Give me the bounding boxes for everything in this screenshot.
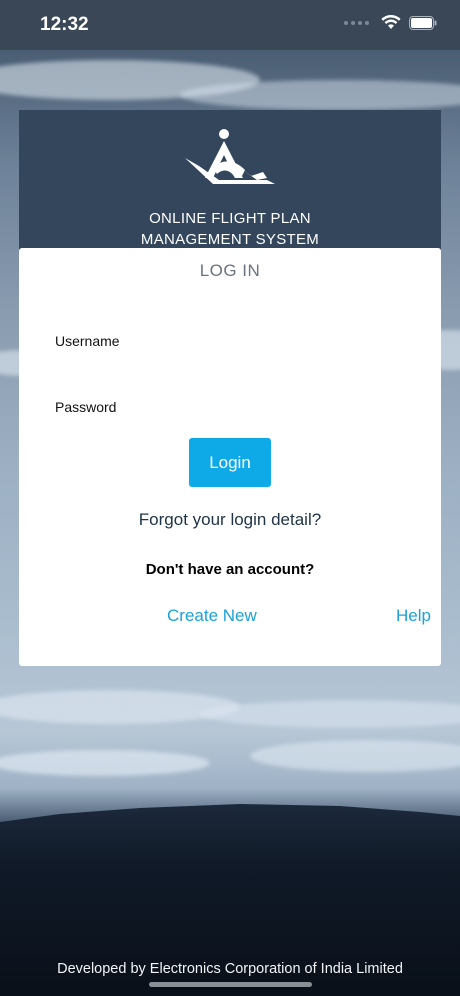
wifi-icon [381,15,401,29]
password-label: Password [55,399,117,415]
app-title-line2: MANAGEMENT SYSTEM [140,231,320,248]
aai-logo [185,129,275,184]
help-link[interactable]: Help [396,606,431,626]
battery-icon [409,15,437,30]
login-heading: LOG IN [199,261,261,280]
forgot-login-link[interactable]: Forgot your login detail? [19,510,441,530]
app-title-line1: ONLINE FLIGHT PLAN [149,210,311,227]
username-label: Username [55,333,120,349]
login-card: LOG IN Username Password Login Forgot yo… [19,248,441,666]
status-time: 12:32 [40,14,89,35]
username-input[interactable] [55,352,409,378]
no-account-text: Don't have an account? [145,561,315,578]
create-new-link[interactable]: Create New [167,606,257,626]
login-button[interactable]: Login [189,438,271,487]
status-bar: 12:32 [0,0,460,50]
signal-icon [344,20,369,25]
home-indicator[interactable] [149,982,312,987]
app-title: ONLINE FLIGHT PLAN MANAGEMENT SYSTEM [19,208,441,250]
footer-credit: Developed by Electronics Corporation of … [57,961,403,977]
app-header-panel: ONLINE FLIGHT PLAN MANAGEMENT SYSTEM [19,110,441,252]
